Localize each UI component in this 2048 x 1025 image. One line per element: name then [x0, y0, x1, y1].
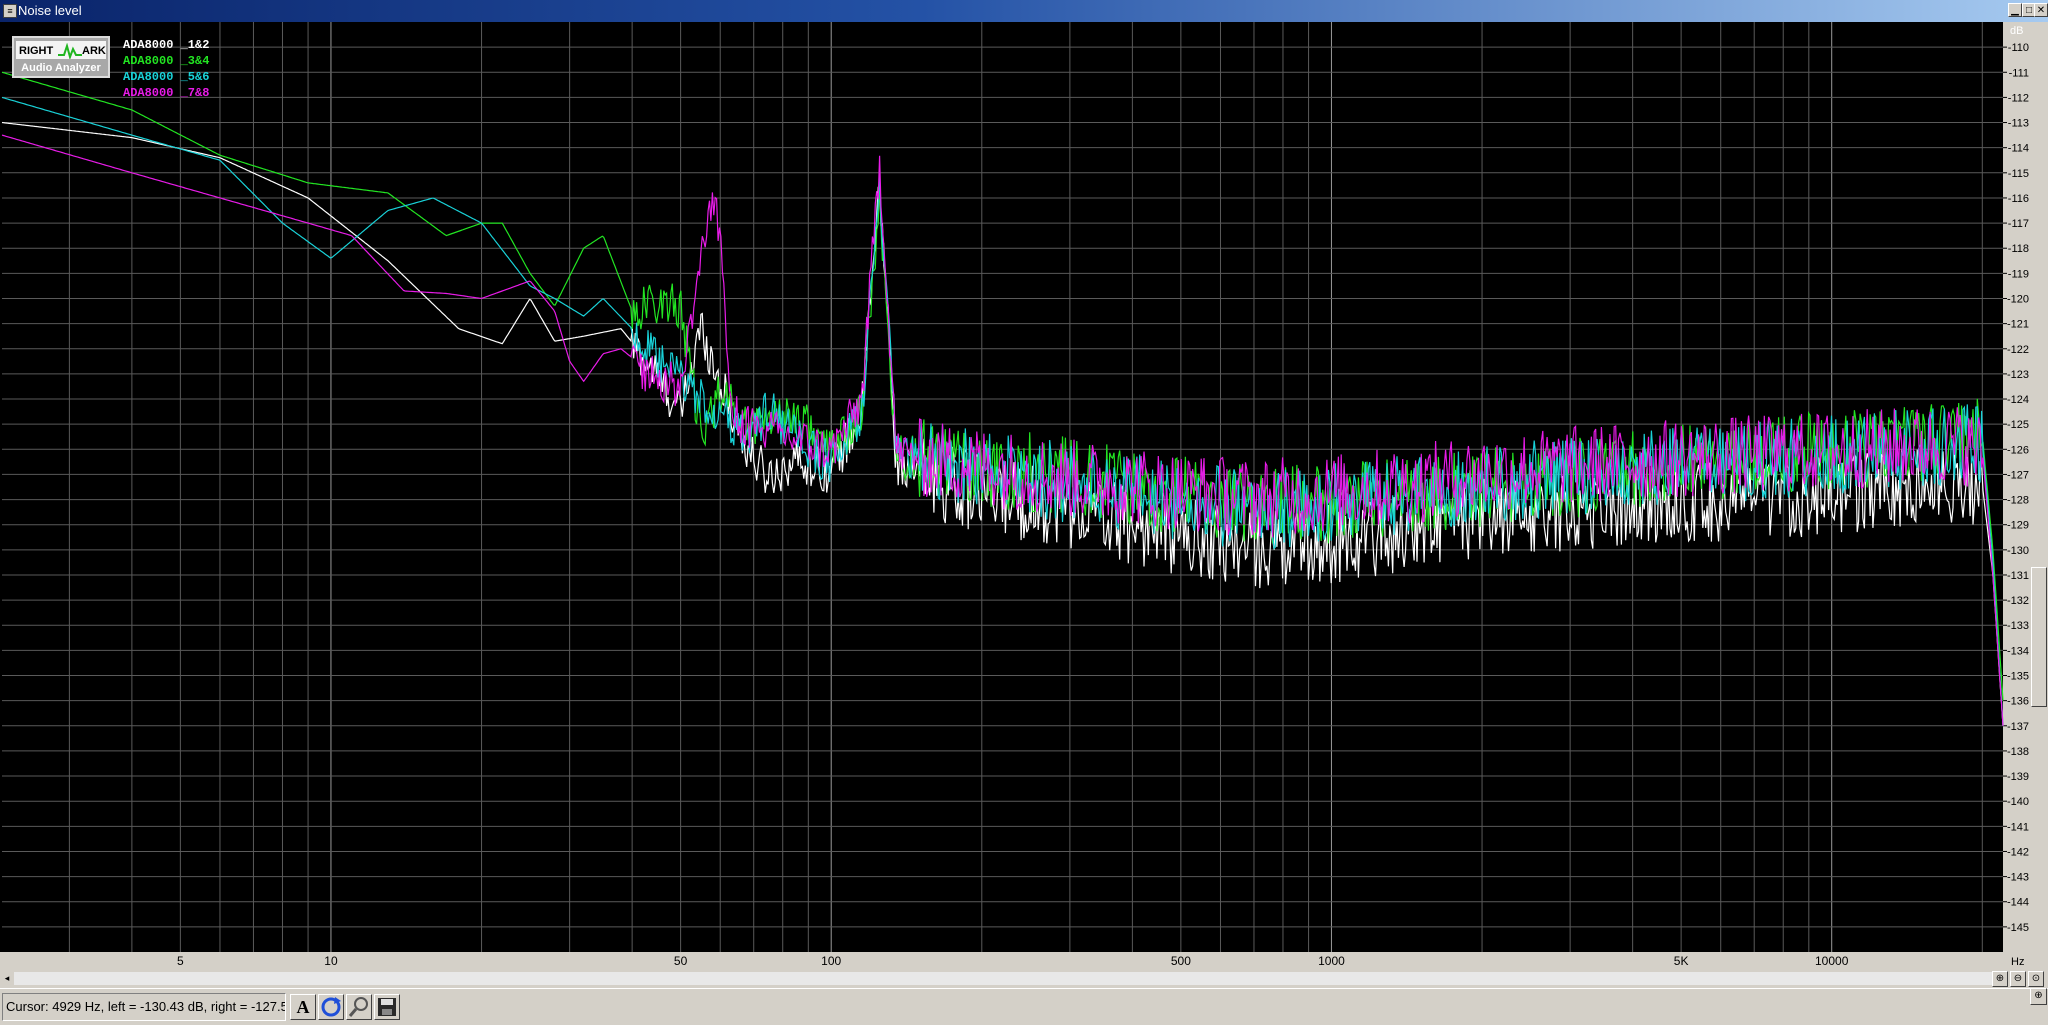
y-tick-label: -139	[2007, 771, 2029, 783]
legend-series-2: ADA8000 _3&4	[123, 54, 210, 68]
waveform-icon	[58, 43, 82, 59]
y-tick-label: -126	[2007, 444, 2029, 456]
zoom-reset-icon[interactable]: ⊙	[2028, 971, 2044, 987]
window-icon[interactable]: ≡	[3, 4, 17, 18]
y-tick-label: -127	[2007, 469, 2029, 481]
y-tick-label: -128	[2007, 495, 2029, 507]
logo-word-right: RIGHT	[19, 45, 54, 57]
legend-series-3: ADA8000 _5&6	[123, 70, 210, 84]
refresh-icon[interactable]	[318, 994, 344, 1020]
y-tick-label: -132	[2007, 595, 2029, 607]
legend-series-4: ADA8000 _7&8	[123, 86, 210, 100]
y-tick-label: -114	[2008, 143, 2029, 155]
x-axis-unit: Hz	[2011, 956, 2024, 968]
zoom-tool-icon[interactable]	[346, 994, 372, 1020]
y-tick-label: -124	[2007, 394, 2029, 406]
y-tick-label: -135	[2007, 671, 2029, 683]
y-tick-label: -110	[2008, 42, 2029, 54]
horizontal-scroll-track[interactable]	[14, 972, 1992, 985]
cursor-readout: Cursor: 4929 Hz, left = -130.43 dB, righ…	[2, 993, 286, 1021]
x-tick-label: 500	[1171, 954, 1191, 968]
y-tick-label: -137	[2007, 721, 2029, 733]
y-tick-label: -123	[2007, 369, 2029, 381]
y-tick-label: -134	[2007, 645, 2029, 657]
x-tick-label: 1000	[1318, 954, 1345, 968]
y-tick-label: -133	[2007, 620, 2029, 632]
logo-banner: RIGHT ARK	[16, 41, 106, 59]
y-tick-label: -115	[2008, 168, 2029, 180]
scroll-left-arrow-icon[interactable]: ◂	[1, 972, 13, 985]
horizontal-scrollbar[interactable]: ◂ ⊕ ⊖ ⊙	[0, 970, 2048, 988]
y-tick-label: -119	[2008, 268, 2029, 280]
vertical-scroll-thumb[interactable]	[2031, 567, 2047, 707]
y-tick-label: -141	[2007, 821, 2029, 833]
zoom-in-icon[interactable]: ⊕	[1992, 971, 2008, 987]
y-tick-label: -131	[2007, 570, 2029, 582]
y-tick-label: -118	[2008, 243, 2029, 255]
window-title: Noise level	[18, 3, 82, 18]
y-tick-label: -116	[2008, 193, 2029, 205]
x-tick-label: 10	[324, 954, 338, 968]
zoom-corner-icon[interactable]: ⊕	[2030, 988, 2047, 1005]
y-tick-label: -136	[2007, 696, 2029, 708]
title-bar: ≡ Noise level ▁ □ ✕	[0, 0, 2048, 22]
y-tick-label: -144	[2007, 897, 2029, 909]
logo-subtitle: Audio Analyzer	[21, 62, 101, 74]
logo-word-ark: ARK	[82, 45, 106, 57]
x-tick-label: 10000	[1815, 954, 1849, 968]
y-tick-label: -125	[2007, 419, 2029, 431]
y-tick-label: -143	[2007, 872, 2029, 884]
y-tick-label: -111	[2009, 67, 2029, 79]
minimize-button[interactable]: ▁	[2008, 3, 2022, 17]
x-axis-strip	[0, 952, 2030, 970]
save-icon[interactable]	[374, 994, 400, 1020]
y-tick-label: -129	[2007, 520, 2029, 532]
vertical-scrollbar[interactable]: dB	[2010, 22, 2048, 970]
zoom-out-icon[interactable]: ⊖	[2010, 971, 2026, 987]
font-icon[interactable]: A	[290, 994, 316, 1020]
y-tick-label: -142	[2007, 846, 2029, 858]
rightmark-logo: RIGHT ARK Audio Analyzer	[12, 36, 110, 78]
y-axis-unit: dB	[2010, 25, 2024, 37]
y-tick-label: -117	[2008, 218, 2029, 230]
plot-background	[0, 22, 2030, 970]
y-tick-label: -120	[2007, 293, 2029, 305]
y-tick-label: -145	[2007, 922, 2029, 934]
status-bar: Cursor: 4929 Hz, left = -130.43 dB, righ…	[0, 988, 2048, 1025]
x-tick-label: 5	[177, 954, 184, 968]
x-tick-label: 5K	[1674, 954, 1689, 968]
x-tick-label: 50	[674, 954, 688, 968]
y-tick-label: -122	[2007, 344, 2029, 356]
legend-series-1: ADA8000 _1&2	[123, 38, 210, 52]
chart-area[interactable]: -110 -111 -112 -113 -114 -115 -116 -117 -118 -119…	[0, 22, 2048, 970]
y-tick-label: -121	[2007, 319, 2029, 331]
noise-level-chart[interactable]: -110 -111 -112 -113 -114 -115 -116 -117 -118 -119…	[0, 22, 2030, 970]
y-tick-label: -130	[2007, 545, 2029, 557]
y-tick-label: -138	[2007, 746, 2029, 758]
y-tick-label: -112	[2008, 92, 2029, 104]
y-tick-label: -113	[2008, 118, 2029, 130]
y-tick-label: -140	[2007, 796, 2029, 808]
close-button[interactable]: ✕	[2034, 3, 2048, 17]
x-tick-label: 100	[821, 954, 841, 968]
